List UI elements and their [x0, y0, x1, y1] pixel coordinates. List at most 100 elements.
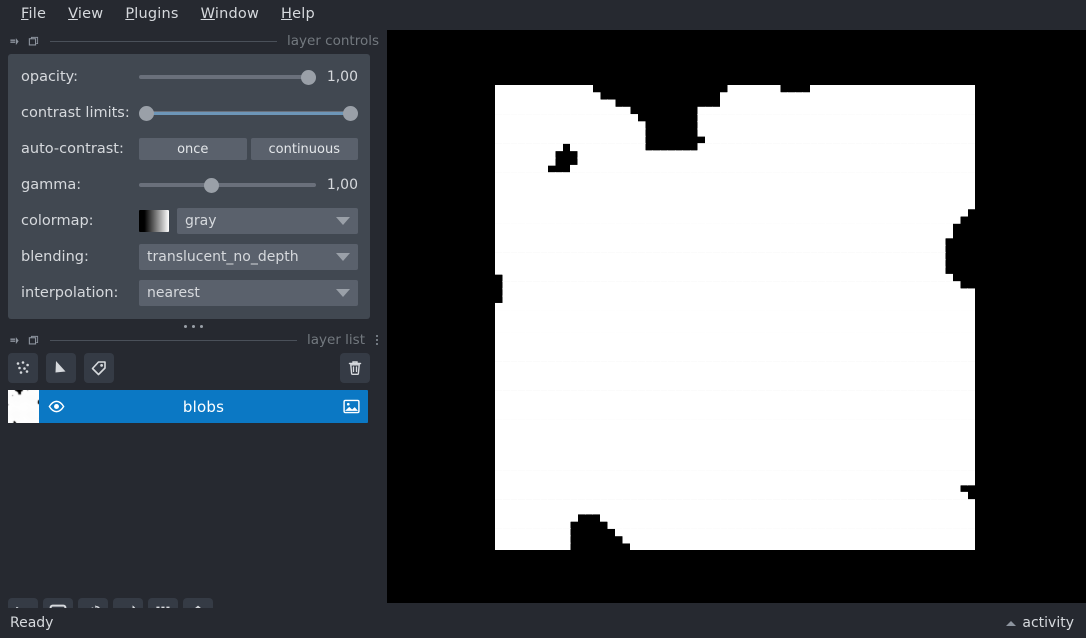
close-dock-icon[interactable]: [27, 334, 40, 347]
auto-contrast-field: once continuous: [139, 138, 358, 160]
gamma-slider-knob[interactable]: [203, 177, 219, 193]
menu-help-rest: elp: [292, 5, 315, 22]
new-points-layer-button[interactable]: [8, 353, 38, 383]
gamma-slider[interactable]: [139, 176, 316, 194]
chevron-down-icon: [336, 253, 350, 261]
splitter-dot: [200, 324, 203, 328]
status-message: Ready: [10, 615, 54, 631]
blending-value: translucent_no_depth: [147, 249, 299, 265]
auto-contrast-continuous-button[interactable]: continuous: [250, 138, 358, 160]
blobs-image-layer: [495, 85, 975, 550]
layer-visibility-toggle[interactable]: [39, 397, 73, 416]
contrast-limits-label: contrast limits:: [21, 105, 130, 121]
opacity-label: opacity:: [21, 69, 79, 85]
menu-bar: File View Plugins Window Help: [0, 0, 1086, 28]
menu-item-file[interactable]: File: [10, 4, 57, 25]
layer-list-item-blobs[interactable]: blobs: [8, 390, 368, 423]
eye-icon: [47, 397, 66, 416]
overflow-dot: [376, 343, 378, 345]
gamma-field: 1,00: [139, 174, 358, 196]
menu-item-view[interactable]: View: [57, 4, 114, 25]
chevron-down-icon: [336, 217, 350, 225]
dock-title-divider: [50, 40, 277, 42]
layer-controls-grid: opacity: 1,00 contrast limits: auto-cont…: [8, 54, 370, 306]
colormap-gradient-swatch: [139, 210, 169, 232]
blending-field: translucent_no_depth: [139, 244, 358, 270]
image-layer-icon: [342, 397, 361, 416]
overflow-menu-icon[interactable]: [373, 335, 381, 345]
interpolation-label: interpolation:: [21, 285, 119, 301]
contrast-limits-slider[interactable]: [139, 104, 358, 122]
status-bar: Ready activity: [0, 608, 1086, 638]
contrast-slider-knob-low[interactable]: [139, 105, 154, 121]
gamma-label: gamma:: [21, 177, 82, 193]
shapes-icon: [52, 359, 70, 377]
layer-controls-label: layer controls: [287, 33, 379, 49]
layer-controls-panel: opacity: 1,00 contrast limits: auto-cont…: [8, 54, 370, 319]
blending-label: blending:: [21, 249, 89, 265]
overflow-dot: [376, 335, 378, 337]
opacity-value: 1,00: [326, 69, 358, 85]
menu-help-mnemonic: H: [281, 5, 293, 22]
colormap-combobox[interactable]: gray: [177, 208, 358, 234]
colormap-label: colormap:: [21, 213, 94, 229]
auto-contrast-once-button[interactable]: once: [139, 138, 247, 160]
opacity-slider-knob[interactable]: [301, 69, 316, 85]
menu-plugins-mnemonic: P: [125, 5, 135, 22]
activity-indicator[interactable]: activity: [1006, 615, 1074, 631]
opacity-field: 1,00: [139, 66, 358, 88]
menu-window-mnemonic: W: [200, 5, 215, 22]
interpolation-combobox[interactable]: nearest: [139, 280, 358, 306]
menu-plugins-rest: lugins: [134, 5, 179, 22]
float-dock-icon[interactable]: [8, 35, 21, 48]
labels-icon: [90, 359, 108, 377]
float-dock-icon[interactable]: [8, 334, 21, 347]
new-shapes-layer-button[interactable]: [46, 353, 76, 383]
colormap-value: gray: [185, 213, 217, 229]
opacity-slider[interactable]: [139, 68, 316, 86]
menu-item-help[interactable]: Help: [270, 4, 326, 25]
napari-main-window: File View Plugins Window Help layer cont…: [0, 0, 1086, 638]
menu-view-rest: iew: [77, 5, 104, 22]
layer-controls-dock-title: layer controls: [0, 32, 387, 50]
trash-icon: [346, 359, 364, 377]
layer-thumbnail: [8, 390, 39, 423]
menu-item-window[interactable]: Window: [190, 4, 270, 25]
interpolation-value: nearest: [147, 285, 200, 301]
splitter-dot: [192, 324, 195, 328]
activity-label: activity: [1022, 615, 1074, 631]
layer-list-dock-title-wrap: layer list: [0, 331, 387, 349]
points-icon: [14, 359, 32, 377]
delete-layer-button[interactable]: [340, 353, 370, 383]
contrast-slider-knob-high[interactable]: [343, 105, 358, 121]
viewer-canvas[interactable]: [387, 30, 1086, 603]
menu-file-rest: ile: [28, 5, 47, 22]
contrast-limits-field: [139, 102, 358, 124]
chevron-up-icon: [1006, 620, 1017, 626]
layer-list-label: layer list: [307, 332, 365, 348]
colormap-field: gray: [139, 208, 358, 234]
opacity-slider-track: [139, 75, 316, 79]
layer-type-icon-wrap: [334, 397, 368, 416]
dock-title-divider: [50, 339, 297, 341]
auto-contrast-buttons: once continuous: [139, 138, 358, 160]
contrast-slider-range: [146, 111, 350, 115]
interpolation-field: nearest: [139, 280, 358, 306]
layer-list-dock-title: layer list: [0, 331, 387, 349]
new-labels-layer-button[interactable]: [84, 353, 114, 383]
left-dock-column: layer controls opacity: 1,00 contrast li…: [0, 28, 387, 628]
menu-view-mnemonic: V: [68, 5, 78, 22]
layer-name-label: blobs: [182, 397, 225, 416]
blending-combobox[interactable]: translucent_no_depth: [139, 244, 358, 270]
auto-contrast-label: auto-contrast:: [21, 141, 124, 157]
menu-file-mnemonic: F: [21, 5, 29, 22]
gamma-value: 1,00: [326, 177, 358, 193]
splitter-dot: [184, 324, 187, 328]
gamma-slider-track: [139, 183, 316, 187]
layer-list-button-bar: [8, 352, 370, 384]
chevron-down-icon: [336, 289, 350, 297]
close-dock-icon[interactable]: [27, 35, 40, 48]
menu-item-plugins[interactable]: Plugins: [114, 4, 189, 25]
menu-window-rest: indow: [214, 5, 260, 22]
overflow-dot: [376, 339, 378, 341]
